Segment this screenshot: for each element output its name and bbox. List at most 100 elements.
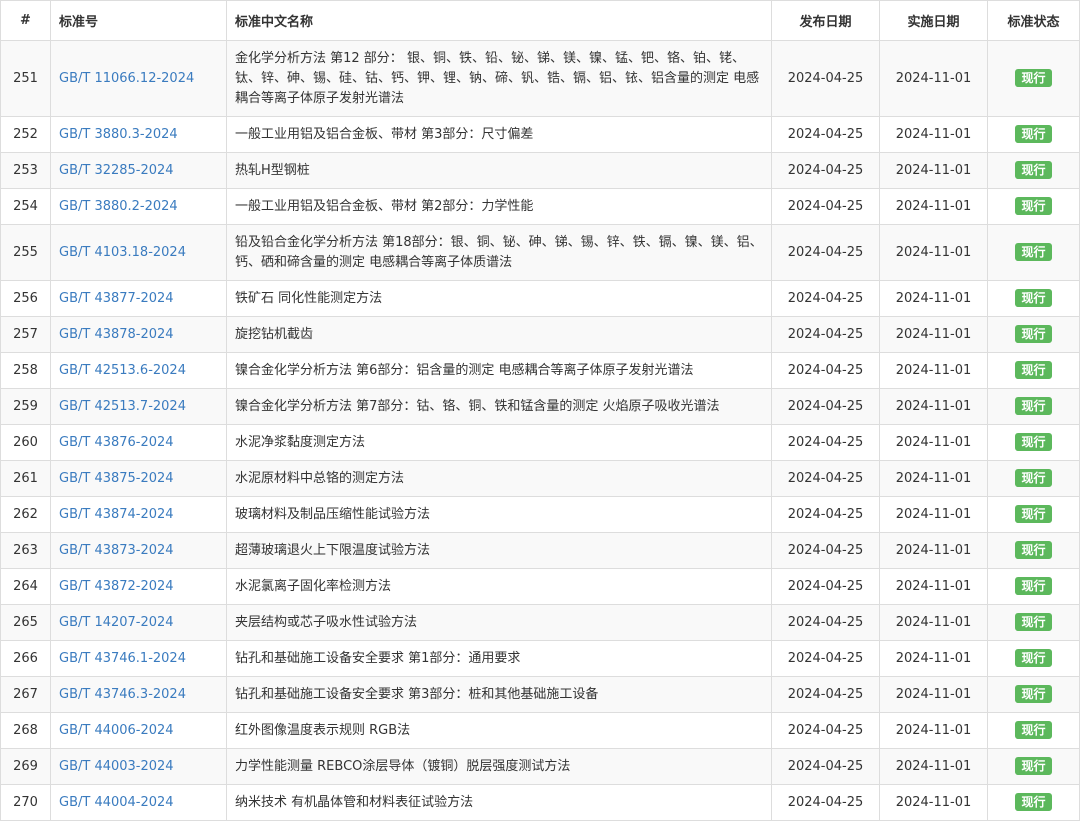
standard-code-link[interactable]: GB/T 43873-2024 bbox=[59, 543, 174, 558]
publish-date: 2024-04-25 bbox=[771, 640, 880, 677]
implement-date: 2024-11-01 bbox=[879, 496, 988, 533]
standard-code-link[interactable]: GB/T 42513.7-2024 bbox=[59, 399, 186, 414]
standard-code-link[interactable]: GB/T 14207-2024 bbox=[59, 615, 174, 630]
table-row: 261 GB/T 43875-2024 水泥原材料中总铬的测定方法 2024-04-2… bbox=[0, 460, 1080, 497]
publish-date: 2024-04-25 bbox=[771, 224, 880, 281]
implement-date: 2024-11-01 bbox=[879, 676, 988, 713]
status-cell: 现行 bbox=[987, 388, 1080, 425]
standard-code-cell: GB/T 43873-2024 bbox=[50, 532, 227, 569]
status-cell: 现行 bbox=[987, 496, 1080, 533]
row-number: 252 bbox=[0, 116, 51, 153]
standard-code-link[interactable]: GB/T 43746.3-2024 bbox=[59, 687, 186, 702]
implement-date: 2024-11-01 bbox=[879, 188, 988, 225]
implement-date: 2024-11-01 bbox=[879, 424, 988, 461]
row-number: 256 bbox=[0, 280, 51, 317]
row-number: 251 bbox=[0, 40, 51, 117]
table-row: 263 GB/T 43873-2024 超薄玻璃退火上下限温度试验方法 2024-04… bbox=[0, 532, 1080, 569]
standard-code-link[interactable]: GB/T 43872-2024 bbox=[59, 579, 174, 594]
standard-code-link[interactable]: GB/T 44004-2024 bbox=[59, 795, 174, 810]
status-badge: 现行 bbox=[1015, 196, 1052, 215]
implement-date: 2024-11-01 bbox=[879, 224, 988, 281]
row-number: 257 bbox=[0, 316, 51, 353]
status-badge: 现行 bbox=[1015, 68, 1052, 87]
status-badge: 现行 bbox=[1015, 124, 1052, 143]
standard-code-cell: GB/T 43875-2024 bbox=[50, 460, 227, 497]
implement-date: 2024-11-01 bbox=[879, 152, 988, 189]
standard-code-link[interactable]: GB/T 44006-2024 bbox=[59, 723, 174, 738]
standard-code-link[interactable]: GB/T 43878-2024 bbox=[59, 327, 174, 342]
table-row: 265 GB/T 14207-2024 夹层结构或芯子吸水性试验方法 2024-04-… bbox=[0, 604, 1080, 641]
standard-code-link[interactable]: GB/T 32285-2024 bbox=[59, 163, 174, 178]
status-cell: 现行 bbox=[987, 224, 1080, 281]
standard-code-link[interactable]: GB/T 42513.6-2024 bbox=[59, 363, 186, 378]
standard-name: 水泥氯离子固化率检测方法 bbox=[226, 568, 772, 605]
standard-code-link[interactable]: GB/T 43746.1-2024 bbox=[59, 651, 186, 666]
status-cell: 现行 bbox=[987, 460, 1080, 497]
implement-date: 2024-11-01 bbox=[879, 640, 988, 677]
standard-code-cell: GB/T 43877-2024 bbox=[50, 280, 227, 317]
table-row: 252 GB/T 3880.3-2024 一般工业用铝及铝合金板、带材 第3部分：尺… bbox=[0, 116, 1080, 153]
standard-code-link[interactable]: GB/T 43877-2024 bbox=[59, 291, 174, 306]
status-badge: 现行 bbox=[1015, 242, 1052, 261]
status-cell: 现行 bbox=[987, 152, 1080, 189]
row-number: 258 bbox=[0, 352, 51, 389]
standard-code-link[interactable]: GB/T 43876-2024 bbox=[59, 435, 174, 450]
status-cell: 现行 bbox=[987, 748, 1080, 785]
implement-date: 2024-11-01 bbox=[879, 568, 988, 605]
standard-name: 镍合金化学分析方法 第7部分：钴、铬、铜、铁和锰含量的测定 火焰原子吸收光谱法 bbox=[226, 388, 772, 425]
table-row: 257 GB/T 43878-2024 旋挖钻机截齿 2024-04-25 2024-1… bbox=[0, 316, 1080, 353]
standard-name: 金化学分析方法 第12 部分： 银、铜、铁、铅、铋、锑、镁、镍、锰、钯、铬、铂、… bbox=[226, 40, 772, 117]
status-badge: 现行 bbox=[1015, 648, 1052, 667]
implement-date: 2024-11-01 bbox=[879, 316, 988, 353]
standard-code-cell: GB/T 44006-2024 bbox=[50, 712, 227, 749]
table-row: 264 GB/T 43872-2024 水泥氯离子固化率检测方法 2024-04-25… bbox=[0, 568, 1080, 605]
standard-code-link[interactable]: GB/T 44003-2024 bbox=[59, 759, 174, 774]
row-number: 269 bbox=[0, 748, 51, 785]
header-publish-date: 发布日期 bbox=[771, 0, 880, 41]
standard-name: 力学性能测量 REBCO涂层导体（镀铜）脱层强度测试方法 bbox=[226, 748, 772, 785]
publish-date: 2024-04-25 bbox=[771, 40, 880, 117]
row-number: 270 bbox=[0, 784, 51, 821]
row-number: 266 bbox=[0, 640, 51, 677]
standard-name: 铅及铅合金化学分析方法 第18部分：银、铜、铋、砷、锑、锡、锌、铁、镉、镍、镁、… bbox=[226, 224, 772, 281]
status-cell: 现行 bbox=[987, 316, 1080, 353]
status-cell: 现行 bbox=[987, 280, 1080, 317]
status-cell: 现行 bbox=[987, 568, 1080, 605]
standard-name: 热轧H型钢桩 bbox=[226, 152, 772, 189]
implement-date: 2024-11-01 bbox=[879, 388, 988, 425]
status-badge: 现行 bbox=[1015, 432, 1052, 451]
standard-code-cell: GB/T 4103.18-2024 bbox=[50, 224, 227, 281]
implement-date: 2024-11-01 bbox=[879, 116, 988, 153]
status-badge: 现行 bbox=[1015, 720, 1052, 739]
table-row: 258 GB/T 42513.6-2024 镍合金化学分析方法 第6部分：铝含量的测… bbox=[0, 352, 1080, 389]
publish-date: 2024-04-25 bbox=[771, 388, 880, 425]
standard-code-link[interactable]: GB/T 43875-2024 bbox=[59, 471, 174, 486]
header-code: 标准号 bbox=[50, 0, 227, 41]
standard-code-cell: GB/T 11066.12-2024 bbox=[50, 40, 227, 117]
publish-date: 2024-04-25 bbox=[771, 316, 880, 353]
implement-date: 2024-11-01 bbox=[879, 280, 988, 317]
publish-date: 2024-04-25 bbox=[771, 748, 880, 785]
status-cell: 现行 bbox=[987, 676, 1080, 713]
standard-code-link[interactable]: GB/T 11066.12-2024 bbox=[59, 71, 194, 86]
publish-date: 2024-04-25 bbox=[771, 604, 880, 641]
standard-name: 玻璃材料及制品压缩性能试验方法 bbox=[226, 496, 772, 533]
standard-code-cell: GB/T 42513.6-2024 bbox=[50, 352, 227, 389]
status-cell: 现行 bbox=[987, 712, 1080, 749]
standard-code-link[interactable]: GB/T 4103.18-2024 bbox=[59, 245, 186, 260]
table-row: 267 GB/T 43746.3-2024 钻孔和基础施工设备安全要求 第3部分：桩… bbox=[0, 676, 1080, 713]
implement-date: 2024-11-01 bbox=[879, 352, 988, 389]
standard-code-link[interactable]: GB/T 3880.3-2024 bbox=[59, 127, 178, 142]
standard-name: 纳米技术 有机晶体管和材料表征试验方法 bbox=[226, 784, 772, 821]
row-number: 267 bbox=[0, 676, 51, 713]
status-badge: 现行 bbox=[1015, 540, 1052, 559]
standard-code-link[interactable]: GB/T 3880.2-2024 bbox=[59, 199, 178, 214]
status-cell: 现行 bbox=[987, 604, 1080, 641]
publish-date: 2024-04-25 bbox=[771, 152, 880, 189]
standard-code-link[interactable]: GB/T 43874-2024 bbox=[59, 507, 174, 522]
header-name: 标准中文名称 bbox=[226, 0, 772, 41]
table-row: 266 GB/T 43746.1-2024 钻孔和基础施工设备安全要求 第1部分：通… bbox=[0, 640, 1080, 677]
row-number: 264 bbox=[0, 568, 51, 605]
standard-code-cell: GB/T 44003-2024 bbox=[50, 748, 227, 785]
row-number: 263 bbox=[0, 532, 51, 569]
